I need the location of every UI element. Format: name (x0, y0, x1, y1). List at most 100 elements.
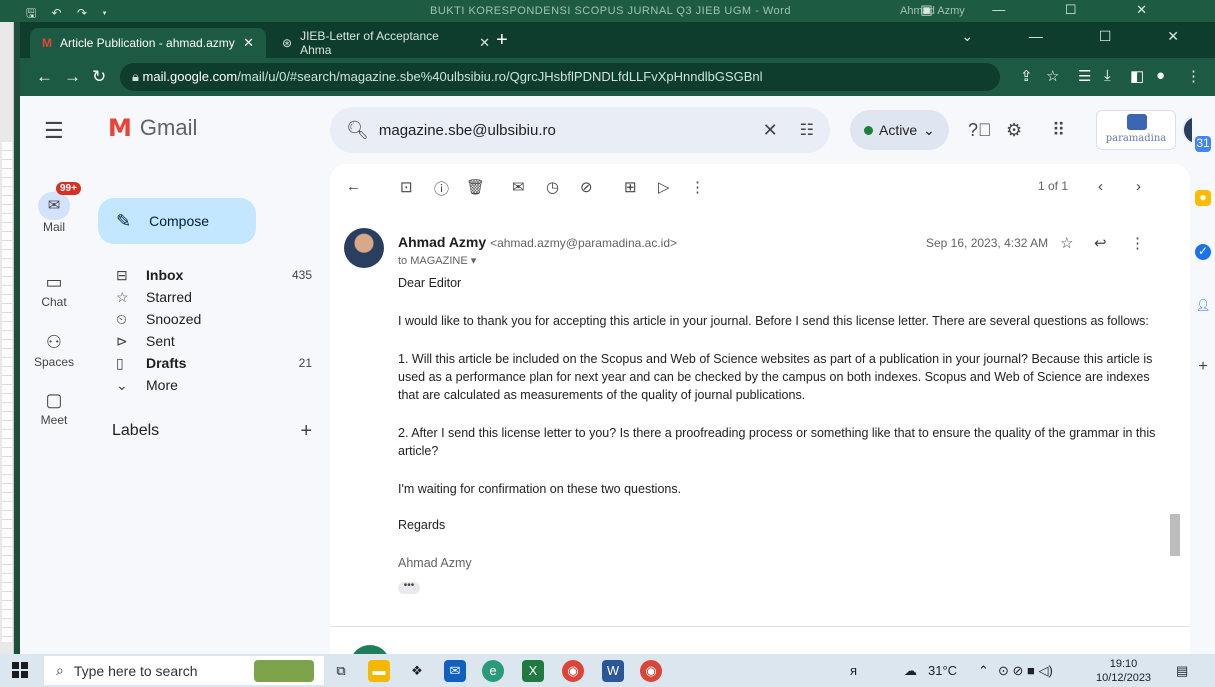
side-panel-icon[interactable]: ◧ (1130, 67, 1144, 85)
folder-snoozed[interactable]: ⏲ Snoozed (116, 308, 312, 330)
delete-icon[interactable]: 🗑︎ (466, 178, 485, 196)
weather-icon[interactable]: ☁ (904, 663, 917, 679)
url-field[interactable]: 🔒︎ mail.google.com/mail/u/0/#search/maga… (120, 63, 1000, 91)
edge-browser-icon[interactable]: e (482, 660, 504, 682)
tab-strip: M Article Publication - ahmad.azmy ✕ ⊛ J… (20, 22, 1215, 58)
taskbar-search-placeholder: Type here to search (73, 662, 198, 679)
close-tab-icon[interactable]: ✕ (243, 35, 254, 51)
sender-name[interactable]: Ahmad Azmy (398, 234, 486, 250)
back-arrow-icon[interactable]: ← (36, 67, 53, 87)
folder-sent[interactable]: ⊳ Sent (116, 330, 312, 352)
search-icon[interactable]: 🔍︎ (346, 120, 369, 141)
more-options-icon[interactable]: ⋮ (690, 178, 705, 196)
rail-spaces[interactable]: ⚇ Spaces (26, 332, 82, 369)
report-spam-icon[interactable]: ⓘ (434, 178, 449, 199)
reload-icon[interactable]: ↻ (92, 67, 106, 87)
share-icon[interactable]: ⇪ (1020, 67, 1033, 85)
ruler-scale (2, 142, 12, 642)
folder-inbox[interactable]: ⊟ Inbox 435 (116, 264, 312, 286)
help-icon[interactable]: ?⃝ (968, 120, 992, 141)
message-more-icon[interactable]: ⋮ (1130, 234, 1145, 252)
new-tab-button[interactable]: + (496, 29, 508, 52)
add-label-icon[interactable]: + (300, 420, 312, 443)
forward-arrow-icon[interactable]: → (64, 67, 81, 87)
folder-label: Snoozed (146, 311, 202, 327)
bookmark-star-icon[interactable]: ☆ (1046, 67, 1059, 85)
word-window-controls[interactable]: ▣ — ☐ ✕ (920, 2, 1175, 18)
task-view-icon[interactable]: ⧉ (330, 660, 352, 682)
reading-list-icon[interactable]: ☰ (1078, 67, 1091, 85)
get-addons-icon[interactable]: + (1195, 358, 1211, 375)
labels-section: Labels + (112, 420, 312, 443)
show-trimmed-content-button[interactable]: ••• (398, 581, 420, 594)
organization-logo[interactable]: paramadina (1096, 110, 1176, 150)
status-dot (864, 125, 873, 135)
add-task-icon[interactable]: ⊘ (580, 178, 593, 196)
label-icon[interactable]: ▷ (658, 178, 670, 196)
dropbox-icon[interactable]: ❖ (406, 660, 428, 682)
tab-article-publication[interactable]: M Article Publication - ahmad.azmy ✕ (30, 28, 266, 58)
newer-chevron-icon[interactable]: ‹ (1098, 178, 1103, 195)
start-windows-icon[interactable] (12, 662, 28, 678)
download-icon[interactable]: ⤓ (1104, 67, 1111, 84)
archive-icon[interactable]: ⊡ (400, 178, 413, 196)
browser-menu-icon[interactable]: ⋮ (1186, 67, 1201, 85)
recipient-line[interactable]: to MAGAZINE ▾ (398, 254, 476, 267)
star-icon[interactable]: ☆ (1060, 234, 1073, 252)
mark-unread-icon[interactable]: ✉ (512, 178, 525, 196)
contacts-icon[interactable]: 👤︎ (1195, 298, 1211, 314)
compose-button[interactable]: ✎ Compose (98, 198, 256, 244)
chrome-profile-icon[interactable]: ◉ (640, 660, 662, 682)
clock-icon: ⏲ (116, 310, 127, 327)
mail-app-icon[interactable]: ✉ (444, 660, 466, 682)
browser-window-controls[interactable]: ⌄ — ☐ ✕ (961, 28, 1205, 45)
excel-icon[interactable]: X (522, 660, 544, 682)
tray-chevron-icon[interactable]: ⌃ (978, 663, 989, 679)
gmail-brand: Gmail (139, 115, 198, 140)
search-highlight-image[interactable] (254, 660, 314, 682)
message-date: Sep 16, 2023, 4:32 AM (926, 236, 1049, 250)
folder-more[interactable]: ⌄ More (116, 374, 312, 396)
system-clock[interactable]: 19:10 10/12/2023 (1096, 657, 1151, 685)
sender-avatar[interactable] (344, 228, 384, 268)
calendar-icon[interactable]: 31 (1195, 136, 1211, 152)
folder-drafts[interactable]: ▯ Drafts 21 (116, 352, 312, 374)
clear-search-icon[interactable]: ✕ (763, 120, 778, 141)
main-menu-icon[interactable]: ☰ (44, 118, 64, 144)
settings-gear-icon[interactable]: ⚙ (1006, 120, 1022, 141)
search-input[interactable]: magazine.sbe@ulbsibiu.ro (379, 122, 556, 139)
older-chevron-icon[interactable]: › (1136, 178, 1141, 195)
tray-icons[interactable]: ⊙ ⊘ ■ ◁) (998, 663, 1053, 679)
apps-grid-icon[interactable]: ⠿ (1052, 120, 1065, 141)
back-to-list-icon[interactable]: ← (346, 178, 361, 195)
file-explorer-icon[interactable]: ▬ (368, 660, 390, 682)
keep-icon[interactable]: ● (1195, 190, 1211, 206)
address-bar: ← → ↻ 🔒︎ mail.google.com/mail/u/0/#searc… (20, 58, 1215, 96)
notifications-icon[interactable]: ▤ (1176, 663, 1188, 679)
paramadina-logo-icon (1127, 114, 1147, 130)
rail-chat[interactable]: ▭ Chat (26, 272, 82, 309)
search-options-icon[interactable]: ☷ (800, 120, 814, 140)
rail-meet[interactable]: ▢ Meet (26, 390, 82, 427)
folder-count: 435 (291, 268, 312, 282)
rail-mail[interactable]: ✉ 99+ Mail (26, 182, 82, 234)
gmail-logo[interactable]: M Gmail (108, 114, 197, 142)
rail-label: Meet (40, 413, 68, 427)
scrollbar-thumb[interactable] (1170, 514, 1180, 556)
people-icon[interactable]: ᴙ (850, 663, 857, 678)
next-message-collapsed[interactable] (330, 626, 1190, 654)
tab-letter-of-acceptance[interactable]: ⊛ JIEB-Letter of Acceptance Ahma ✕ (270, 28, 502, 58)
word-icon[interactable]: W (602, 660, 624, 682)
tasks-icon[interactable]: ✓ (1195, 244, 1211, 260)
lock-icon: 🔒︎ (132, 69, 143, 84)
status-selector[interactable]: Active ⌄ (850, 110, 949, 150)
move-to-icon[interactable]: ⊞ (624, 178, 637, 196)
profile-avatar-icon[interactable]: ● (1156, 67, 1165, 84)
snooze-icon[interactable]: ◷ (546, 178, 559, 196)
mail-search-bar[interactable]: 🔍︎ magazine.sbe@ulbsibiu.ro ✕ ☷ (330, 107, 830, 153)
chrome-icon[interactable]: ◉ (562, 660, 584, 682)
close-tab-icon[interactable]: ✕ (479, 35, 490, 51)
temperature[interactable]: 31°C (928, 663, 957, 678)
folder-starred[interactable]: ☆ Starred (116, 286, 312, 308)
reply-icon[interactable]: ↩ (1094, 234, 1107, 252)
